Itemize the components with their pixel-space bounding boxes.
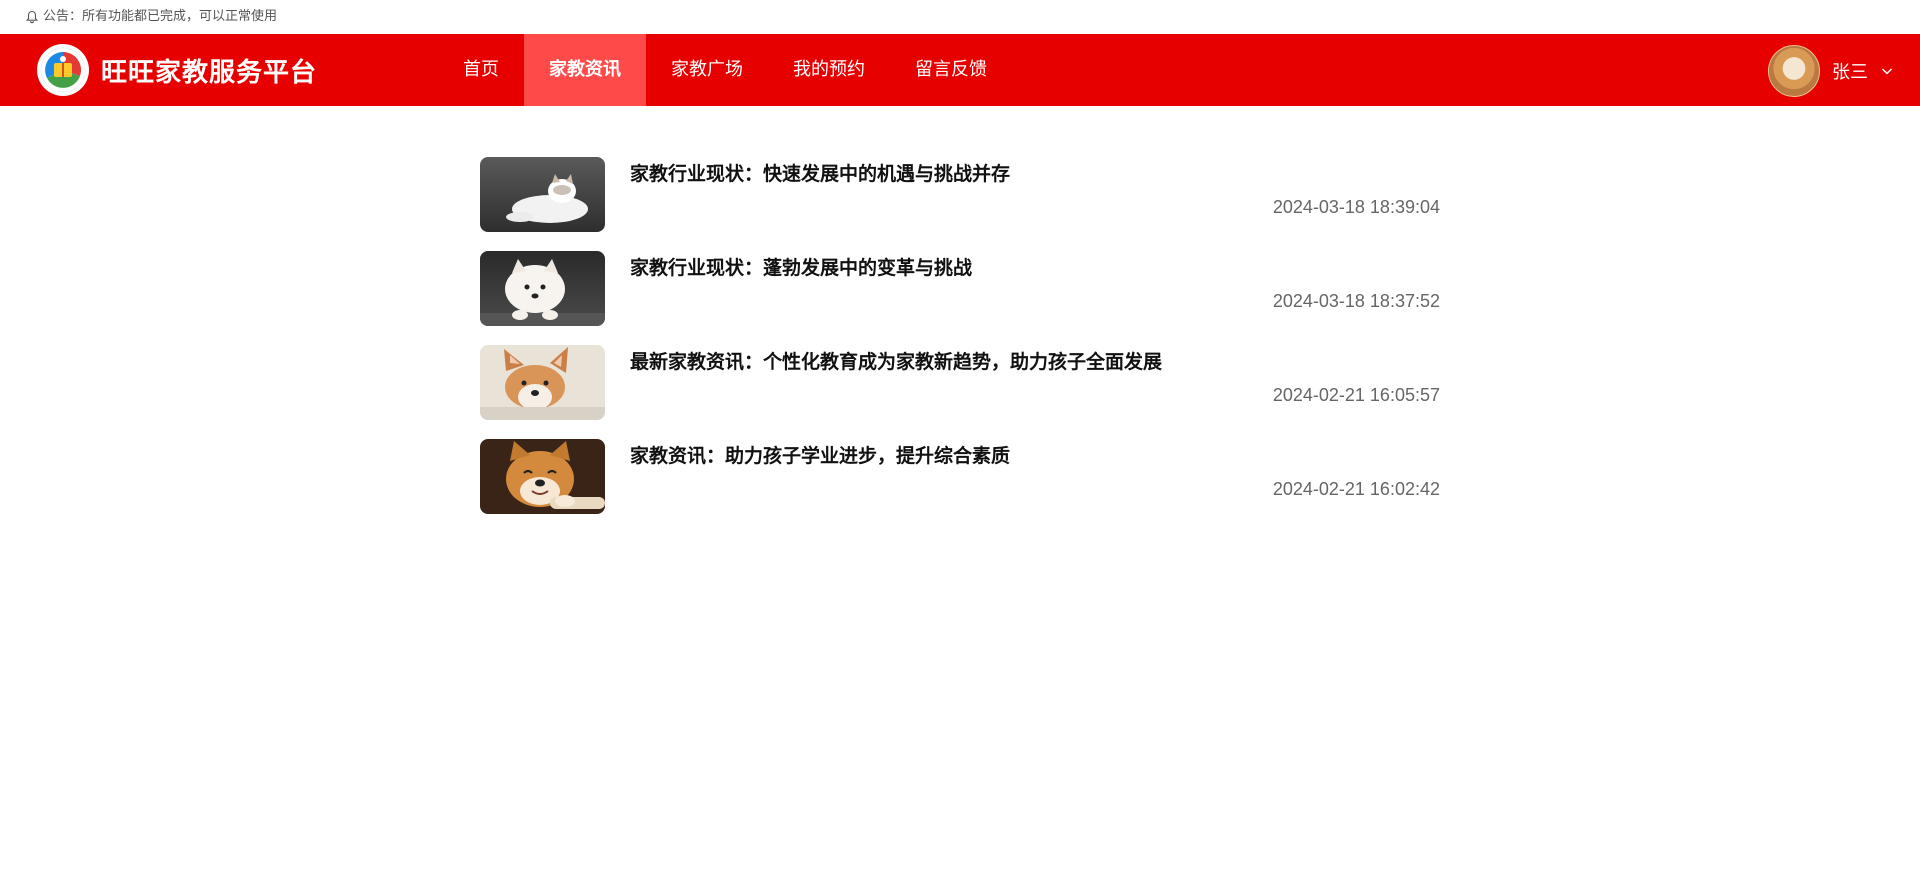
news-title[interactable]: 家教行业现状：快速发展中的机遇与挑战并存 xyxy=(630,159,1010,186)
news-time: 2024-02-21 16:02:42 xyxy=(1272,479,1440,499)
news-thumbnail-cat[interactable] xyxy=(480,157,605,232)
news-item[interactable]: 家教行业现状：快速发展中的机遇与挑战并存 2024-03-18 18:39:04 xyxy=(480,157,1440,251)
brand-logo-icon xyxy=(37,44,89,96)
news-title[interactable]: 家教资讯：助力孩子学业进步，提升综合素质 xyxy=(630,441,1010,468)
news-list: 家教行业现状：快速发展中的机遇与挑战并存 2024-03-18 18:39:04… xyxy=(480,157,1440,533)
nav-item-tutoring-news[interactable]: 家教资讯 xyxy=(524,34,646,106)
news-item[interactable]: 最新家教资讯：个性化教育成为家教新趋势，助力孩子全面发展 2024-02-21 … xyxy=(480,345,1440,439)
announcement-bar: 公告：所有功能都已完成，可以正常使用 xyxy=(0,0,1920,34)
news-time: 2024-03-18 18:37:52 xyxy=(1272,291,1440,311)
news-title[interactable]: 最新家教资讯：个性化教育成为家教新趋势，助力孩子全面发展 xyxy=(630,347,1162,374)
news-thumbnail-shiba[interactable] xyxy=(480,439,605,514)
top-navigation-bar: 旺旺家教服务平台 首页 家教资讯 家教广场 我的预约 留言反馈 张三 xyxy=(0,34,1920,106)
news-time: 2024-02-21 16:05:57 xyxy=(1272,385,1440,405)
bell-icon xyxy=(25,10,39,24)
nav-item-home[interactable]: 首页 xyxy=(438,34,524,106)
news-item[interactable]: 家教行业现状：蓬勃发展中的变革与挑战 2024-03-18 18:37:52 xyxy=(480,251,1440,345)
avatar[interactable] xyxy=(1768,45,1820,97)
nav-item-feedback[interactable]: 留言反馈 xyxy=(890,34,1012,106)
news-time: 2024-03-18 18:39:04 xyxy=(1272,197,1440,217)
news-thumbnail-corgi[interactable] xyxy=(480,345,605,420)
user-name[interactable]: 张三 xyxy=(1832,58,1868,84)
nav-item-tutoring-square[interactable]: 家教广场 xyxy=(646,34,768,106)
main-nav: 首页 家教资讯 家教广场 我的预约 留言反馈 xyxy=(438,34,1012,106)
chevron-down-icon[interactable] xyxy=(1880,64,1894,78)
nav-item-my-appointments[interactable]: 我的预约 xyxy=(768,34,890,106)
brand-title: 旺旺家教服务平台 xyxy=(101,57,318,88)
news-title[interactable]: 家教行业现状：蓬勃发展中的变革与挑战 xyxy=(630,253,972,280)
brand[interactable]: 旺旺家教服务平台 xyxy=(37,44,317,96)
user-menu[interactable]: 张三 xyxy=(1768,45,1894,97)
news-thumbnail-white-dog[interactable] xyxy=(480,251,605,326)
news-item[interactable]: 家教资讯：助力孩子学业进步，提升综合素质 2024-02-21 16:02:42 xyxy=(480,439,1440,533)
announcement-text: 公告：所有功能都已完成，可以正常使用 xyxy=(43,9,278,24)
